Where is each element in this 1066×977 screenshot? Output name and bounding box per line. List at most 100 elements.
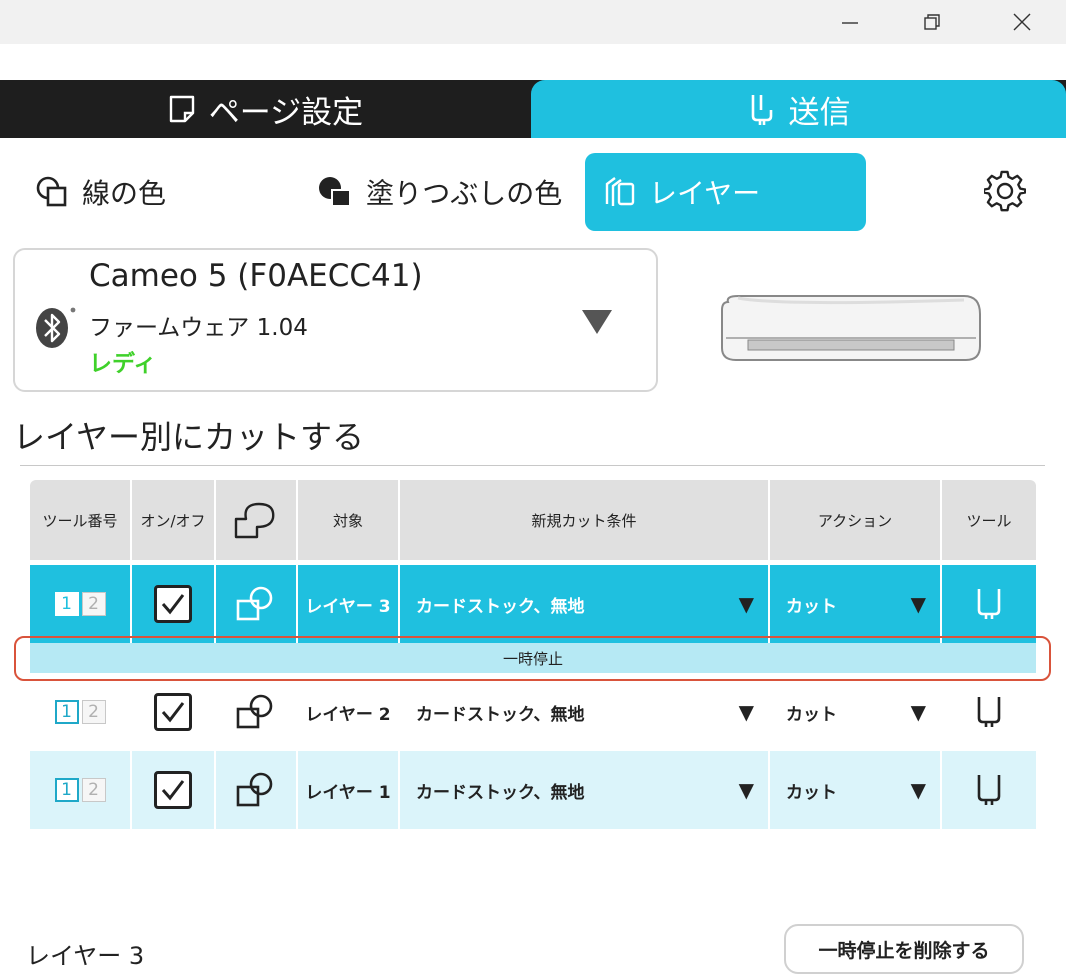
on-off-checkbox[interactable] bbox=[154, 585, 192, 623]
minimize-icon bbox=[842, 22, 858, 24]
action-dropdown[interactable]: カット ▼ bbox=[770, 673, 942, 751]
pause-highlight-box bbox=[14, 636, 1051, 681]
header-tool: ツール bbox=[966, 511, 1012, 530]
action-value: カット bbox=[786, 596, 837, 617]
tool-number-cell: 12 bbox=[30, 565, 132, 643]
shape-combine-icon bbox=[236, 694, 273, 729]
shape-combine-icon bbox=[236, 772, 273, 807]
page-icon bbox=[169, 95, 194, 123]
target-cell: レイヤー 3 bbox=[298, 565, 400, 643]
tab-page-settings-label: ページ設定 bbox=[208, 94, 364, 131]
action-value: カット bbox=[786, 704, 837, 725]
condition-value: カードストック、無地 bbox=[416, 782, 585, 803]
action-dropdown[interactable]: カット ▼ bbox=[770, 565, 942, 643]
tool-1-button[interactable]: 1 bbox=[54, 700, 79, 724]
layers-icon bbox=[605, 177, 635, 206]
header-shape bbox=[216, 480, 298, 560]
dropdown-arrow-icon: ▼ bbox=[910, 778, 926, 802]
table-row-layer-3[interactable]: 12 レイヤー 3 カードストック、無地 ▼ カット ▼ bbox=[30, 565, 1036, 643]
device-status: レディ bbox=[89, 351, 157, 377]
device-dropdown-icon[interactable] bbox=[580, 308, 614, 336]
tool-2-button[interactable]: 2 bbox=[81, 700, 106, 724]
bluetooth-icon bbox=[36, 307, 76, 348]
table-header: ツール番号 オン/オフ 対象 新規カット条件 アクション ツール bbox=[30, 480, 1036, 560]
shape-cell bbox=[216, 565, 298, 643]
delete-pause-button[interactable]: 一時停止を削除する bbox=[784, 924, 1024, 974]
restore-button[interactable] bbox=[902, 0, 962, 44]
tab-send-label: 送信 bbox=[788, 94, 851, 131]
check-icon bbox=[161, 702, 185, 723]
gear-icon bbox=[982, 170, 1027, 212]
subtab-layers-label: レイヤー bbox=[649, 177, 761, 210]
table-row-layer-2[interactable]: 12 レイヤー 2 カードストック、無地 ▼ カット ▼ bbox=[30, 673, 1036, 751]
action-dropdown[interactable]: カット ▼ bbox=[770, 751, 942, 829]
condition-dropdown[interactable]: カードストック、無地 ▼ bbox=[400, 673, 770, 751]
close-icon bbox=[1013, 13, 1031, 31]
tool-cell bbox=[942, 751, 1036, 829]
shape-cell bbox=[216, 673, 298, 751]
dropdown-arrow-icon: ▼ bbox=[738, 592, 754, 616]
divider bbox=[20, 465, 1045, 466]
check-icon bbox=[161, 780, 185, 801]
on-off-checkbox[interactable] bbox=[154, 693, 192, 731]
tool-1-button[interactable]: 1 bbox=[54, 778, 79, 802]
cutting-machine-image bbox=[721, 295, 981, 361]
tab-page-settings[interactable]: ページ設定 bbox=[0, 80, 530, 138]
on-off-cell bbox=[132, 673, 216, 751]
header-action: アクション bbox=[770, 480, 942, 560]
blade-tool-icon bbox=[977, 775, 1001, 805]
subtab-fill-color-label: 塗りつぶしの色 bbox=[366, 177, 563, 210]
on-off-cell bbox=[132, 565, 216, 643]
blade-icon bbox=[751, 95, 772, 125]
action-value: カット bbox=[786, 782, 837, 803]
subtab-layers[interactable]: レイヤー bbox=[585, 153, 866, 231]
fill-color-icon bbox=[319, 177, 351, 207]
target-cell: レイヤー 1 bbox=[298, 751, 400, 829]
subtab-fill-color[interactable]: 塗りつぶしの色 bbox=[316, 153, 562, 231]
restore-icon bbox=[924, 14, 940, 30]
subtab-line-color-label: 線の色 bbox=[82, 177, 167, 210]
dropdown-arrow-icon: ▼ bbox=[910, 700, 926, 724]
target-cell: レイヤー 2 bbox=[298, 673, 400, 751]
tool-number-cell: 12 bbox=[30, 673, 132, 751]
shape-cell bbox=[216, 751, 298, 829]
tool-2-button[interactable]: 2 bbox=[81, 592, 106, 616]
close-button[interactable] bbox=[992, 0, 1052, 44]
shape-outline-icon bbox=[234, 502, 275, 539]
header-tool-number: ツール番号 bbox=[30, 480, 132, 560]
main-tab-bar: ページ設定 送信 bbox=[0, 80, 1066, 138]
device-name: Cameo 5 (F0AECC41) bbox=[89, 258, 423, 294]
header-target: 対象 bbox=[298, 480, 400, 560]
line-color-icon bbox=[36, 176, 67, 207]
header-on-off: オン/オフ bbox=[132, 480, 216, 560]
dropdown-arrow-icon: ▼ bbox=[910, 592, 926, 616]
tool-cell bbox=[942, 673, 1036, 751]
shape-combine-icon bbox=[236, 586, 273, 621]
device-firmware: ファームウェア 1.04 bbox=[89, 315, 308, 341]
condition-value: カードストック、無地 bbox=[416, 596, 585, 617]
on-off-checkbox[interactable] bbox=[154, 771, 192, 809]
tab-send[interactable]: 送信 bbox=[531, 80, 1066, 138]
device-selector[interactable]: Cameo 5 (F0AECC41) ファームウェア 1.04 レディ bbox=[13, 248, 658, 392]
tool-number-cell: 12 bbox=[30, 751, 132, 829]
on-off-cell bbox=[132, 751, 216, 829]
dropdown-arrow-icon: ▼ bbox=[738, 700, 754, 724]
tool-1-button[interactable]: 1 bbox=[54, 592, 79, 616]
condition-value: カードストック、無地 bbox=[416, 704, 585, 725]
window-titlebar bbox=[0, 0, 1066, 44]
table-row-layer-1[interactable]: 12 レイヤー 1 カードストック、無地 ▼ カット ▼ bbox=[30, 751, 1036, 829]
check-icon bbox=[161, 594, 185, 615]
tool-2-button[interactable]: 2 bbox=[81, 778, 106, 802]
condition-dropdown[interactable]: カードストック、無地 ▼ bbox=[400, 751, 770, 829]
dropdown-arrow-icon: ▼ bbox=[738, 778, 754, 802]
header-condition: 新規カット条件 bbox=[400, 480, 770, 560]
blade-tool-icon bbox=[977, 697, 1001, 727]
blade-tool-icon bbox=[977, 589, 1001, 619]
condition-dropdown[interactable]: カードストック、無地 ▼ bbox=[400, 565, 770, 643]
minimize-button[interactable] bbox=[820, 0, 880, 44]
settings-button[interactable] bbox=[982, 170, 1027, 212]
current-layer-label: レイヤー 3 bbox=[26, 942, 145, 970]
subtab-line-color[interactable]: 線の色 bbox=[34, 153, 166, 231]
section-title: レイヤー別にカットする bbox=[13, 418, 365, 456]
tool-cell bbox=[942, 565, 1036, 643]
